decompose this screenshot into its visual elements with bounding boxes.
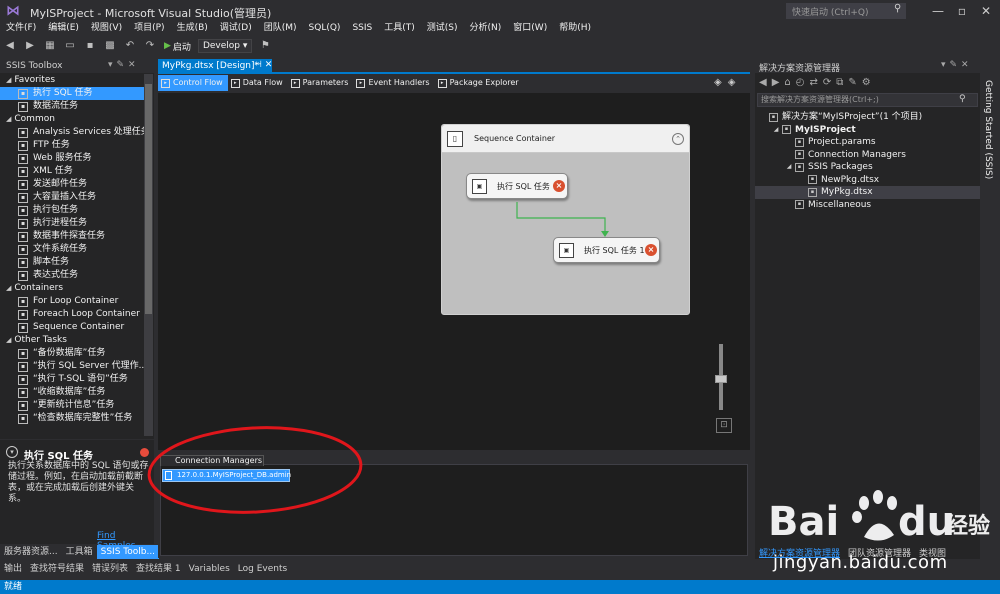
expand-icon[interactable]: ◢ bbox=[785, 161, 793, 174]
tree-node-icon: ▪ bbox=[795, 150, 804, 160]
solution-explorer-title: 解决方案资源管理器 bbox=[759, 64, 841, 74]
connection-managers-tab[interactable]: Connection Managers bbox=[160, 455, 264, 466]
expand-icon[interactable]: ◢ bbox=[772, 124, 780, 137]
tab-output[interactable]: 输出 bbox=[0, 562, 26, 576]
solution-tree-item[interactable]: ◢ ▪ SSIS Packages bbox=[755, 161, 980, 174]
status-bar: 就绪 bbox=[0, 580, 1000, 594]
svg-text:经验: 经验 bbox=[946, 513, 990, 539]
solution-explorer-panel: 解决方案资源管理器 ▾✎✕ ◀▶⌂◴⇄⟳⧉✎⚙ 搜索解决方案资源管理器(Ctrl… bbox=[755, 59, 980, 559]
tab-error-list[interactable]: 错误列表 bbox=[88, 562, 132, 576]
connection-manager-item[interactable]: 127.0.0.1.MyISProject_DB.admin bbox=[162, 469, 291, 482]
zoom-to-fit-icon[interactable]: ⊡ bbox=[716, 418, 732, 433]
tree-node-label: NewPkg.dtsx bbox=[821, 174, 880, 185]
tree-node-icon: ▪ bbox=[795, 200, 804, 210]
tab-find-results-1[interactable]: 查找结果 1 bbox=[132, 562, 185, 576]
solution-explorer-window-controls[interactable]: ▾✎✕ bbox=[941, 60, 973, 70]
getting-started-label[interactable]: Getting Started (SSIS) bbox=[983, 80, 993, 179]
tree-node-icon: ▪ bbox=[769, 112, 778, 122]
tree-node-icon: ▪ bbox=[795, 137, 804, 147]
tree-node-label: MyPkg.dtsx bbox=[821, 187, 873, 197]
solution-explorer-toolbar[interactable]: ◀▶⌂◴⇄⟳⧉✎⚙ bbox=[759, 77, 876, 91]
tree-node-label: 解决方案“MyISProject”(1 个项目) bbox=[782, 112, 923, 122]
solution-tree-item[interactable]: ▪ Connection Managers bbox=[755, 149, 980, 162]
svg-text:Bai: Bai bbox=[768, 499, 839, 545]
tree-node-label: Project.params bbox=[808, 137, 876, 147]
solution-tree-item[interactable]: ▪ 解决方案“MyISProject”(1 个项目) bbox=[755, 111, 980, 124]
tree-node-label: MyISProject bbox=[795, 124, 856, 135]
tree-node-label: Connection Managers bbox=[808, 149, 906, 160]
zoom-slider-thumb[interactable] bbox=[715, 375, 727, 383]
solution-tree-item[interactable]: ◢ ▪ MyISProject bbox=[755, 124, 980, 137]
tab-variables[interactable]: Variables bbox=[185, 562, 234, 576]
tree-node-icon: ▪ bbox=[795, 162, 804, 172]
watermark-url: jingyan.baidu.com bbox=[773, 552, 948, 573]
tree-node-label: Miscellaneous bbox=[808, 199, 872, 210]
solution-tree: ▪ 解决方案“MyISProject”(1 个项目) ◢ ▪ MyISProject ▪ P… bbox=[755, 111, 980, 211]
tab-log-events[interactable]: Log Events bbox=[234, 562, 291, 576]
search-icon[interactable]: ⚲ bbox=[959, 94, 966, 104]
connection-icon bbox=[165, 471, 172, 480]
solution-tree-item[interactable]: ▪ NewPkg.dtsx bbox=[755, 174, 980, 187]
solution-tree-item[interactable]: ▪ MyPkg.dtsx bbox=[755, 186, 980, 199]
tree-node-icon: ▪ bbox=[782, 125, 791, 135]
baidu-watermark-logo: Bai du 经验 bbox=[768, 490, 990, 545]
tab-find-symbol-results[interactable]: 查找符号结果 bbox=[26, 562, 88, 576]
tree-node-icon: ▪ bbox=[808, 187, 817, 197]
solution-tree-item[interactable]: ▪ Project.params bbox=[755, 136, 980, 149]
tree-node-icon: ▪ bbox=[808, 175, 817, 185]
solution-explorer-header: 解决方案资源管理器 ▾✎✕ bbox=[755, 59, 980, 74]
solution-tree-item[interactable]: ▪ Miscellaneous bbox=[755, 199, 980, 212]
solution-search-input[interactable]: 搜索解决方案资源管理器(Ctrl+;) bbox=[757, 93, 978, 107]
tree-node-label: SSIS Packages bbox=[808, 162, 873, 172]
